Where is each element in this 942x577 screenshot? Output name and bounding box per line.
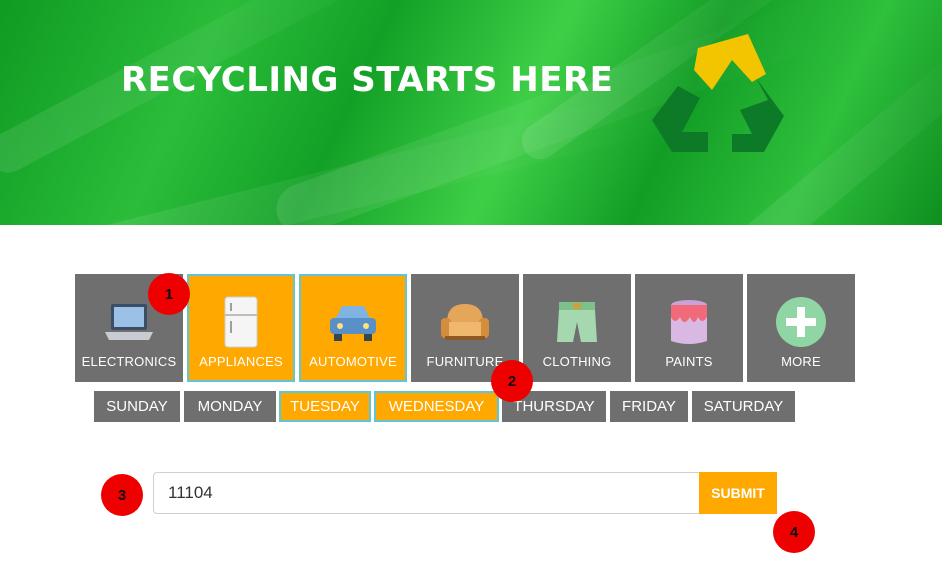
zip-code-input[interactable] [153, 472, 700, 514]
day-wednesday[interactable]: WEDNESDAY [374, 391, 499, 422]
category-more[interactable]: MORE [747, 274, 855, 382]
day-sunday[interactable]: SUNDAY [94, 391, 180, 422]
category-appliances[interactable]: APPLIANCES [187, 274, 295, 382]
paint-bucket-icon [671, 300, 707, 344]
car-icon [330, 306, 376, 341]
category-label: CLOTHING [542, 354, 612, 369]
sofa-icon [441, 304, 489, 340]
category-label: PAINTS [665, 354, 713, 369]
shorts-icon [557, 302, 597, 342]
category-label: APPLIANCES [199, 354, 283, 369]
recycle-icon [652, 34, 784, 152]
category-paints[interactable]: PAINTS [635, 274, 743, 382]
annotation-badge: 1 [148, 273, 190, 315]
refrigerator-icon [224, 296, 258, 348]
laptop-icon [105, 304, 153, 340]
category-label: ELECTRONICS [81, 354, 177, 369]
annotation-badge: 2 [491, 360, 533, 402]
day-friday[interactable]: FRIDAY [610, 391, 688, 422]
hero-banner: RECYCLING STARTS HERE [0, 0, 942, 225]
page-title: RECYCLING STARTS HERE [121, 60, 614, 100]
day-tuesday[interactable]: TUESDAY [279, 391, 371, 422]
category-clothing[interactable]: CLOTHING [523, 274, 631, 382]
category-label: MORE [781, 354, 821, 369]
category-label: AUTOMOTIVE [309, 354, 397, 369]
category-automotive[interactable]: AUTOMOTIVE [299, 274, 407, 382]
annotation-badge: 4 [773, 511, 815, 553]
day-monday[interactable]: MONDAY [184, 391, 276, 422]
day-saturday[interactable]: SATURDAY [692, 391, 795, 422]
submit-button[interactable]: SUBMIT [699, 472, 777, 514]
plus-circle-icon [776, 297, 826, 347]
annotation-badge: 3 [101, 474, 143, 516]
